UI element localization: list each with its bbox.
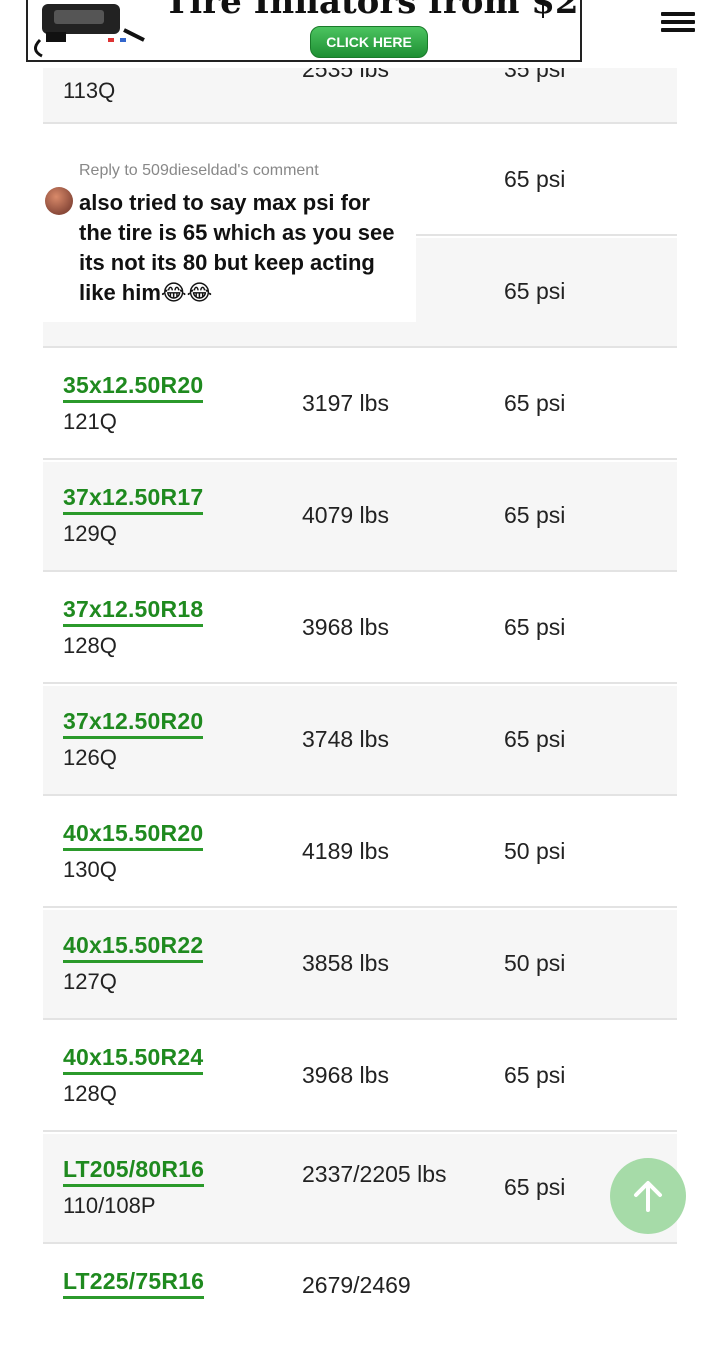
load-value: 3968 lbs: [302, 614, 389, 640]
load-value: 3968 lbs: [302, 1062, 389, 1088]
top-bar: Tire Inflators from $25 CLICK HERE: [0, 0, 720, 68]
psi-value: 65 psi: [504, 166, 566, 192]
table-row: 37x12.50R20 126Q 3748 lbs 65 psi: [43, 686, 677, 796]
table-row: LT225/75R16 2679/2469: [43, 1246, 677, 1356]
load-value: 2337/2205 lbs: [302, 1161, 447, 1187]
tire-size-link[interactable]: 37x12.50R17: [63, 484, 204, 515]
load-value: 4079 lbs: [302, 502, 389, 528]
psi-value: 65 psi: [504, 726, 566, 752]
reply-comment: Reply to 509dieseldad's comment also tri…: [43, 152, 416, 322]
tire-size-link[interactable]: 40x15.50R24: [63, 1044, 204, 1075]
ad-title: Tire Inflators from $25: [164, 0, 582, 22]
ad-banner[interactable]: Tire Inflators from $25 CLICK HERE: [26, 0, 582, 62]
load-index: 113Q: [63, 78, 116, 103]
load-value: 3858 lbs: [302, 950, 389, 976]
load-value: 3197 lbs: [302, 390, 389, 416]
table-row: 37x12.50R18 128Q 3968 lbs 65 psi: [43, 574, 677, 684]
load-index: 121Q: [63, 409, 117, 434]
table-row: 37x12.50R17 129Q 4079 lbs 65 psi: [43, 462, 677, 572]
load-index: 126Q: [63, 745, 117, 770]
psi-value: 50 psi: [504, 950, 566, 976]
tire-size-link[interactable]: 37x12.50R18: [63, 596, 204, 627]
tire-size-link[interactable]: 37x12.50R20: [63, 708, 204, 739]
tire-size-link[interactable]: 35x12.50R20: [63, 372, 204, 403]
reply-to-label: Reply to 509dieseldad's comment: [79, 162, 319, 179]
hamburger-menu-icon[interactable]: [661, 8, 695, 38]
psi-value: 65 psi: [504, 278, 566, 304]
psi-value: 65 psi: [504, 1174, 566, 1200]
arrow-up-icon: [634, 1181, 662, 1212]
load-index: 128Q: [63, 633, 117, 658]
load-value: 3748 lbs: [302, 726, 389, 752]
load-index: 128Q: [63, 1081, 117, 1106]
table-row: 35x12.50R20 121Q 3197 lbs 65 psi: [43, 350, 677, 460]
psi-value: 65 psi: [504, 1062, 566, 1088]
load-index: 129Q: [63, 521, 117, 546]
tire-size-link[interactable]: LT205/80R16: [63, 1156, 205, 1187]
table-row: 40x15.50R22 127Q 3858 lbs 50 psi: [43, 910, 677, 1020]
table-row: 40x15.50R24 128Q 3968 lbs 65 psi: [43, 1022, 677, 1132]
psi-value: 50 psi: [504, 838, 566, 864]
comment-text: also tried to say max psi for the tire i…: [79, 190, 395, 305]
ad-click-here-button[interactable]: CLICK HERE: [310, 26, 428, 58]
psi-value: 65 psi: [504, 614, 566, 640]
scroll-to-top-button[interactable]: [610, 1158, 686, 1234]
tire-inflator-image: [34, 4, 145, 58]
load-value: 2679/2469: [302, 1272, 411, 1298]
avatar: [45, 187, 73, 215]
load-index: 127Q: [63, 969, 117, 994]
load-value: 4189 lbs: [302, 838, 389, 864]
psi-value: 65 psi: [504, 390, 566, 416]
load-index: 130Q: [63, 857, 117, 882]
load-index: 110/108P: [63, 1193, 156, 1218]
table-row: LT205/80R16 110/108P 2337/2205 lbs 65 ps…: [43, 1134, 677, 1244]
psi-value: 65 psi: [504, 502, 566, 528]
table-row: 40x15.50R20 130Q 4189 lbs 50 psi: [43, 798, 677, 908]
tire-size-link[interactable]: 40x15.50R22: [63, 932, 204, 963]
tire-size-link[interactable]: 40x15.50R20: [63, 820, 204, 851]
tire-size-link[interactable]: LT225/75R16: [63, 1268, 205, 1299]
